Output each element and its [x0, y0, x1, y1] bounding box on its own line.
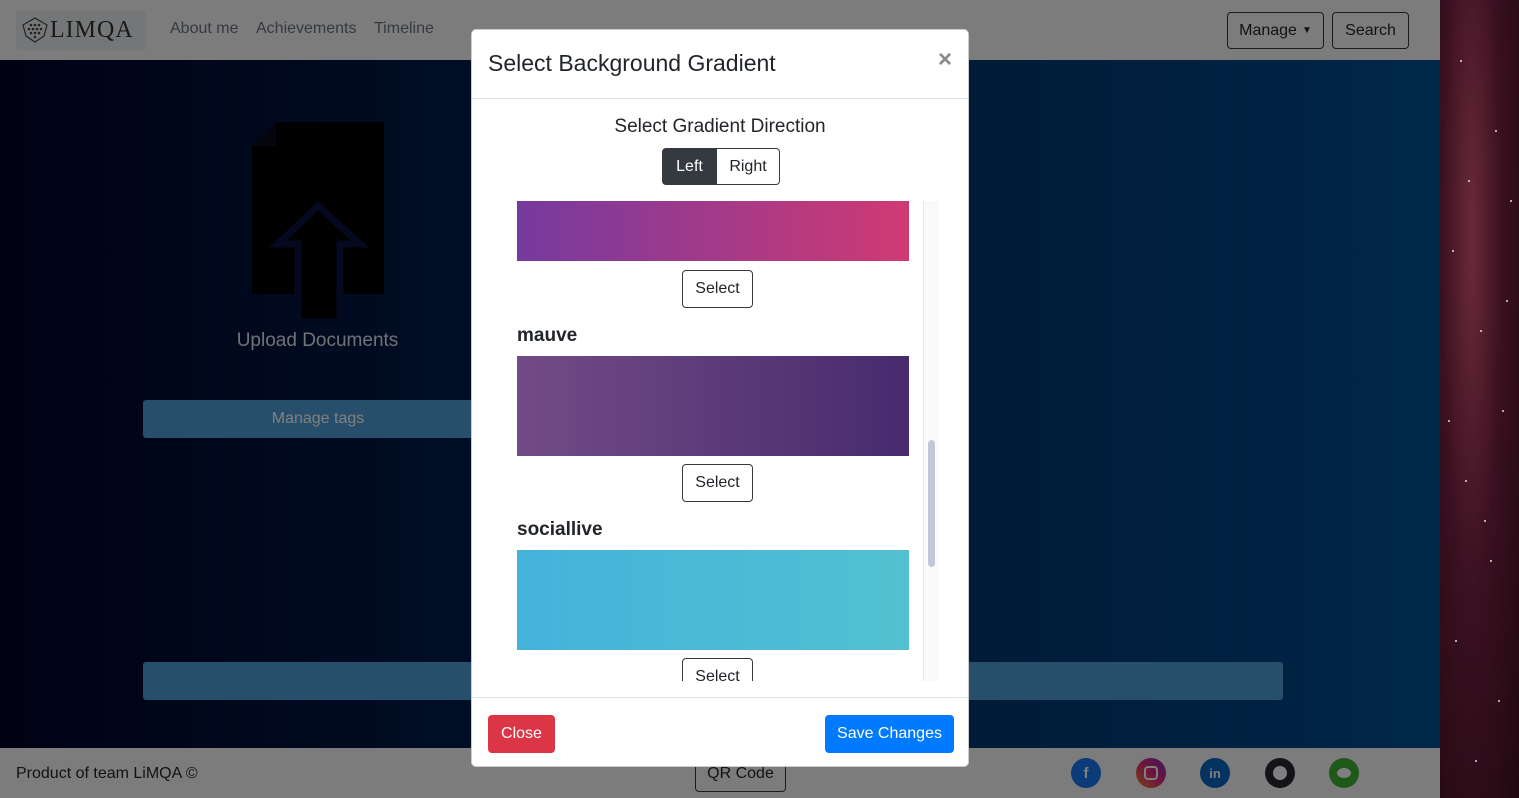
gradient-list[interactable]: Select mauve Select sociallive Select: [517, 201, 939, 681]
modal-title: Select Background Gradient: [488, 50, 776, 76]
direction-toggle-group: Left Right: [662, 148, 780, 185]
close-button[interactable]: Close: [488, 715, 555, 753]
direction-right-button[interactable]: Right: [717, 148, 780, 185]
gradient-modal: Select Background Gradient × Select Grad…: [471, 29, 969, 767]
select-gradient-button[interactable]: Select: [682, 658, 753, 681]
gradient-swatch[interactable]: [517, 356, 909, 456]
gradient-name: mauve: [517, 325, 578, 346]
gradient-swatch[interactable]: [517, 201, 909, 261]
save-changes-button[interactable]: Save Changes: [825, 715, 954, 753]
scrollbar-thumb[interactable]: [928, 440, 935, 567]
direction-left-button[interactable]: Left: [662, 148, 717, 185]
app-window: LIMQA About me Achievements Timeline Man…: [0, 0, 1440, 798]
direction-heading: Select Gradient Direction: [614, 116, 826, 137]
desktop-background: [1440, 0, 1519, 798]
modal-footer: Close Save Changes: [472, 697, 968, 767]
select-gradient-button[interactable]: Select: [682, 270, 753, 308]
gradient-swatch[interactable]: [517, 550, 909, 650]
select-gradient-button[interactable]: Select: [682, 464, 753, 502]
close-icon[interactable]: ×: [938, 48, 952, 72]
modal-header: Select Background Gradient ×: [472, 30, 968, 99]
gradient-name: sociallive: [517, 519, 603, 540]
